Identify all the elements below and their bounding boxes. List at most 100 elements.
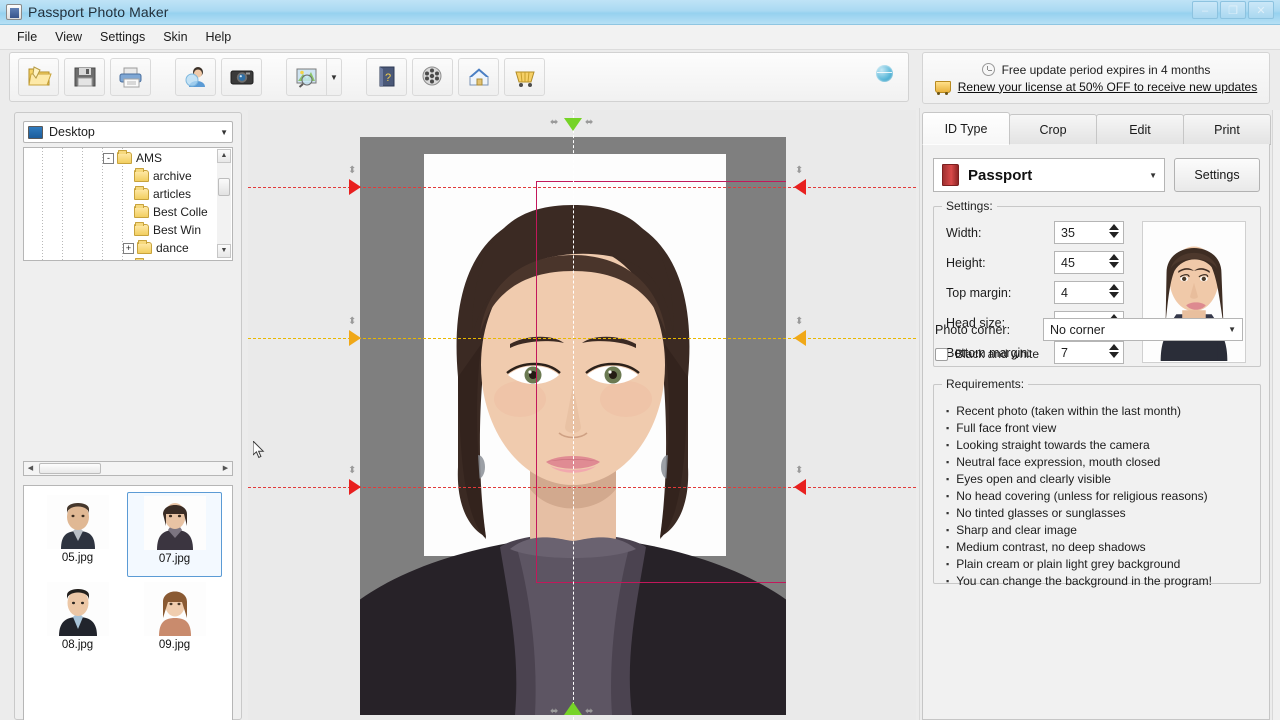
black-and-white-checkbox[interactable] — [935, 347, 948, 361]
nudge-up-icon[interactable]: ⬍ — [795, 166, 803, 176]
tree-scrollbar-thumb[interactable] — [218, 178, 230, 196]
requirement-text: Sharp and clear image — [956, 523, 1077, 537]
app-badge-icon — [6, 4, 22, 20]
close-button[interactable]: ✕ — [1248, 1, 1274, 19]
thumbnail-item[interactable]: 08.jpg — [30, 579, 125, 664]
tree-expander-collapse[interactable]: - — [103, 152, 114, 164]
menu-view[interactable]: View — [46, 27, 91, 47]
preview-dropdown-arrow[interactable]: ▼ — [327, 58, 342, 96]
menu-help[interactable]: Help — [197, 27, 241, 47]
stepper-down-icon[interactable] — [1109, 352, 1119, 358]
menu-skin[interactable]: Skin — [154, 27, 196, 47]
bullet-icon: ▪ — [946, 457, 950, 467]
shopping-cart-button[interactable] — [504, 58, 545, 96]
floppy-disk-icon — [74, 67, 95, 87]
top-margin-stepper[interactable]: 4 — [1054, 281, 1124, 304]
chin-right-marker[interactable] — [794, 479, 806, 495]
stepper-down-icon[interactable] — [1109, 232, 1119, 238]
head-top-left-marker[interactable] — [349, 179, 361, 195]
tab-edit[interactable]: Edit — [1096, 114, 1184, 145]
height-stepper[interactable]: 45 — [1054, 251, 1124, 274]
nudge-up-icon[interactable]: ⬍ — [795, 317, 803, 327]
save-button[interactable] — [64, 58, 105, 96]
globe-button[interactable] — [876, 65, 898, 87]
location-combo[interactable]: Desktop ▼ — [23, 121, 233, 143]
film-reel-button[interactable] — [412, 58, 453, 96]
stepper-up-icon[interactable] — [1109, 224, 1119, 230]
id-type-tab-panel: Passport ▼ Settings Settings: Width: 35 … — [922, 144, 1270, 720]
tree-expander-expand[interactable]: + — [123, 242, 134, 254]
nudge-up-icon[interactable]: ⬍ — [348, 166, 356, 176]
tree-item-best-win[interactable]: Best Win — [24, 221, 220, 239]
window-scrollbar[interactable] — [1272, 110, 1280, 720]
print-button[interactable] — [110, 58, 151, 96]
nudge-up-icon[interactable]: ⬍ — [348, 317, 356, 327]
nudge-up-icon[interactable]: ⬍ — [795, 466, 803, 476]
nudge-right-icon[interactable]: ⬌ — [585, 118, 593, 128]
house-button[interactable] — [458, 58, 499, 96]
nudge-left-icon[interactable]: ⬌ — [550, 707, 558, 717]
height-value: 45 — [1061, 255, 1075, 270]
thumbnail-item-selected[interactable]: 07.jpg — [127, 492, 222, 577]
tree-scroll-up-button[interactable]: ▲ — [217, 149, 231, 163]
stepper-up-icon[interactable] — [1109, 254, 1119, 260]
tab-print[interactable]: Print — [1183, 114, 1271, 145]
folder-tree[interactable]: - AMS archive articles Best Colle Best W… — [23, 147, 233, 261]
tree-scrollbar-track[interactable] — [217, 163, 231, 244]
stepper-up-icon[interactable] — [1109, 284, 1119, 290]
renew-license-link[interactable]: Renew your license at 50% OFF to receive… — [958, 80, 1257, 94]
bottom-margin-stepper[interactable]: 7 — [1054, 341, 1124, 364]
tree-scroll-down-button[interactable]: ▼ — [217, 244, 231, 258]
nudge-up-icon[interactable]: ⬍ — [348, 466, 356, 476]
chin-left-marker[interactable] — [349, 479, 361, 495]
photo-corner-select[interactable]: No corner ▼ — [1043, 318, 1243, 341]
tree-item-easy-coll[interactable]: Easy Coll — [24, 257, 220, 260]
head-top-right-marker[interactable] — [794, 179, 806, 195]
settings-button[interactable]: Settings — [1174, 158, 1260, 192]
nudge-left-icon[interactable]: ⬌ — [550, 118, 558, 128]
eye-level-right-marker[interactable] — [794, 330, 806, 346]
hscroll-thumb[interactable] — [39, 463, 101, 474]
film-reel-icon — [422, 66, 441, 86]
tree-item-best-colle[interactable]: Best Colle — [24, 203, 220, 221]
tree-item-dance[interactable]: + dance — [24, 239, 220, 257]
license-renew-row[interactable]: Renew your license at 50% OFF to receive… — [934, 80, 1257, 95]
minimize-button[interactable]: – — [1192, 1, 1218, 19]
stepper-arrows[interactable] — [1109, 344, 1119, 358]
bullet-icon: ▪ — [946, 508, 950, 518]
tab-id-type[interactable]: ID Type — [922, 112, 1010, 145]
menu-settings[interactable]: Settings — [91, 27, 154, 47]
tab-crop[interactable]: Crop — [1009, 114, 1097, 145]
stepper-up-icon[interactable] — [1109, 344, 1119, 350]
tree-item-archive[interactable]: archive — [24, 167, 220, 185]
top-handle-marker[interactable] — [564, 118, 582, 131]
stepper-down-icon[interactable] — [1109, 292, 1119, 298]
nudge-right-icon[interactable]: ⬌ — [585, 707, 593, 717]
eye-level-left-marker[interactable] — [349, 330, 361, 346]
tree-horizontal-scrollbar[interactable]: ◀ ▶ — [23, 461, 233, 476]
open-folder-button[interactable] — [18, 58, 59, 96]
person-search-button[interactable] — [175, 58, 216, 96]
width-stepper[interactable]: 35 — [1054, 221, 1124, 244]
menu-file[interactable]: File — [8, 27, 46, 47]
thumbnail-item[interactable]: 05.jpg — [30, 492, 125, 577]
id-type-combo[interactable]: Passport ▼ — [933, 158, 1165, 192]
photo-canvas[interactable]: ⬍ ⬍ ⬍ ⬍ ⬍ ⬍ ⬌ ⬌ ⬌ ⬌ — [248, 110, 916, 720]
printer-icon — [119, 67, 141, 88]
black-and-white-row[interactable]: Black and white — [935, 347, 1039, 361]
stepper-down-icon[interactable] — [1109, 262, 1119, 268]
thumbnail-item[interactable]: 09.jpg — [127, 579, 222, 664]
help-book-button[interactable]: ? — [366, 58, 407, 96]
camera-button[interactable] — [221, 58, 262, 96]
stepper-arrows[interactable] — [1109, 254, 1119, 268]
image-magnifier-button[interactable] — [286, 58, 327, 96]
tree-item-articles[interactable]: articles — [24, 185, 220, 203]
tree-item-ams[interactable]: - AMS — [24, 149, 220, 167]
stepper-arrows[interactable] — [1109, 284, 1119, 298]
bottom-handle-marker[interactable] — [564, 702, 582, 715]
hscroll-left-button[interactable]: ◀ — [24, 462, 37, 475]
stepper-arrows[interactable] — [1109, 224, 1119, 238]
hscroll-right-button[interactable]: ▶ — [219, 462, 232, 475]
location-label: Desktop — [49, 125, 95, 139]
maximize-button[interactable]: ❐ — [1220, 1, 1246, 19]
